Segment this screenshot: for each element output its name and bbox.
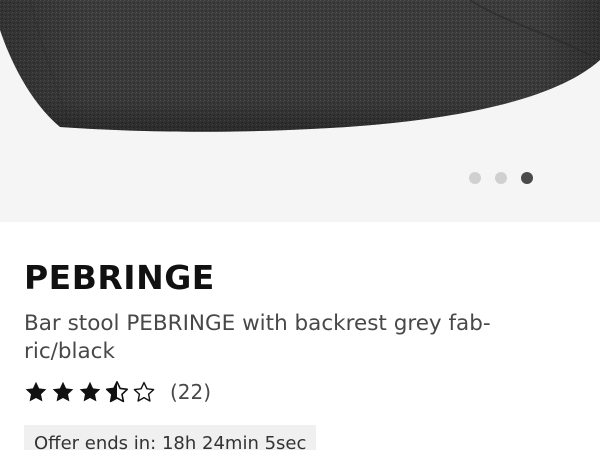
review-count: (22)	[170, 380, 212, 404]
product-description: Bar stool PEBRINGE with backrest grey fa…	[24, 311, 491, 364]
product-page: PEBRINGE Bar stool PEBRINGE with backres…	[0, 0, 600, 450]
star-filled-icon	[79, 381, 101, 402]
star-half-icon	[105, 381, 129, 403]
rating-stars	[24, 380, 156, 404]
product-image-gallery[interactable]	[0, 0, 600, 222]
star-filled-icon	[52, 381, 74, 402]
carousel-dots	[469, 172, 533, 184]
product-rating[interactable]: (22)	[24, 380, 576, 404]
offer-countdown-banner: Offer ends in: 18h 24min 5sec	[24, 425, 317, 450]
star-empty-icon	[133, 381, 155, 402]
carousel-dot-3[interactable]	[521, 172, 533, 184]
star-filled-icon	[25, 381, 47, 402]
product-image	[0, 0, 600, 135]
product-info: PEBRINGE Bar stool PEBRINGE with backres…	[24, 256, 576, 404]
carousel-dot-1[interactable]	[469, 172, 481, 184]
carousel-dot-2[interactable]	[495, 172, 507, 184]
product-title: PEBRINGE	[24, 258, 215, 297]
